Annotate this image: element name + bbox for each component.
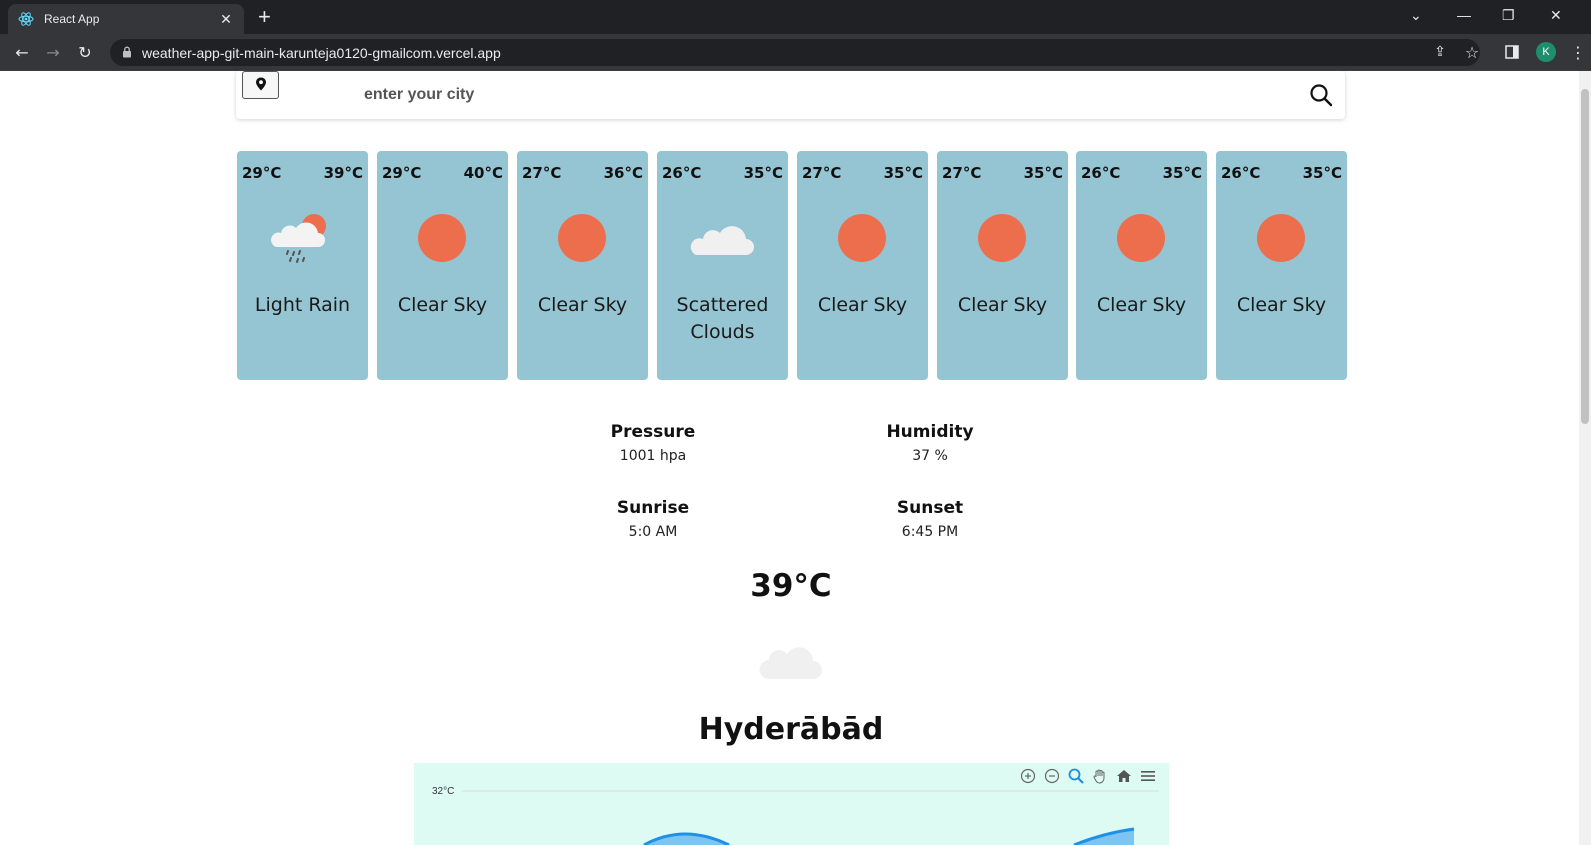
selection-zoom-icon[interactable] (1067, 767, 1085, 785)
weather-description: Clear Sky (817, 294, 908, 316)
forecast-card: 29°C 40°C Clear Sky (377, 151, 508, 380)
y-tick-label: 32°C (432, 786, 454, 797)
url-text: weather-app-git-main-karunteja0120-gmail… (142, 44, 501, 61)
close-window-icon[interactable]: ✕ (1550, 5, 1562, 25)
profile-avatar[interactable]: K (1536, 42, 1556, 62)
page-viewport: 29°C 39°C Light Rain 29°C 40°C Clear Sky 27°C 3… (0, 71, 1591, 845)
sunset-label: Sunset (896, 498, 964, 518)
min-temp: 27°C (942, 164, 982, 182)
max-temp: 35°C (1023, 164, 1063, 182)
forecast-card: 26°C 35°C Clear Sky (1076, 151, 1207, 380)
max-temp: 35°C (883, 164, 923, 182)
search-icon[interactable] (1309, 83, 1333, 107)
forecast-card: 27°C 36°C Clear Sky (517, 151, 648, 380)
sun-icon (410, 209, 474, 267)
sun-icon (1109, 209, 1173, 267)
forecast-cards: 29°C 39°C Light Rain 29°C 40°C Clear Sky 27°C 3… (237, 151, 1347, 380)
pressure-label: Pressure (610, 422, 696, 442)
sun-icon (970, 209, 1034, 267)
current-temperature: 39°C (750, 568, 832, 604)
reset-home-icon[interactable] (1115, 767, 1133, 785)
city-name: Hyderābād (698, 712, 884, 747)
reload-icon[interactable]: ↻ (75, 42, 95, 62)
react-icon (18, 11, 34, 27)
back-icon[interactable]: ← (12, 42, 32, 62)
min-temp: 29°C (382, 164, 422, 182)
close-tab-icon[interactable]: ✕ (218, 11, 234, 28)
zoom-out-icon[interactable] (1043, 767, 1061, 785)
new-tab-icon[interactable]: + (258, 5, 271, 29)
bookmark-star-icon[interactable]: ☆ (1462, 42, 1482, 62)
weather-description: Light Rain (254, 294, 351, 316)
sun-icon (830, 209, 894, 267)
forward-icon[interactable]: → (43, 42, 63, 62)
tab-search-icon[interactable]: ⌄ (1410, 5, 1422, 25)
max-temp: 40°C (463, 164, 503, 182)
pan-hand-icon[interactable] (1091, 767, 1109, 785)
min-temp: 27°C (522, 164, 562, 182)
forecast-card: 26°C 35°C Clear Sky (1216, 151, 1347, 380)
sun-icon (550, 209, 614, 267)
city-search-input[interactable] (364, 83, 1264, 107)
min-temp: 29°C (242, 164, 282, 182)
forecast-card: 29°C 39°C Light Rain (237, 151, 368, 380)
max-temp: 39°C (323, 164, 363, 182)
min-temp: 26°C (1081, 164, 1121, 182)
weather-description: Clear Sky (397, 294, 488, 316)
sunset-value: 6:45 PM (901, 524, 959, 540)
menu-icon[interactable]: ⋮ (1568, 42, 1588, 62)
page-scrollbar[interactable] (1579, 71, 1591, 845)
max-temp: 35°C (743, 164, 783, 182)
min-temp: 26°C (1221, 164, 1261, 182)
chart-menu-icon[interactable] (1139, 767, 1157, 785)
cloud-icon (690, 209, 754, 267)
browser-toolbar: ← → ↻ weather-app-git-main-karunteja0120… (0, 34, 1591, 71)
location-button[interactable] (242, 71, 279, 99)
scrollbar-thumb[interactable] (1581, 89, 1589, 424)
address-bar[interactable]: weather-app-git-main-karunteja0120-gmail… (110, 39, 1480, 66)
sunrise-value: 5:0 AM (628, 524, 678, 540)
min-temp: 26°C (662, 164, 702, 182)
minimize-icon[interactable]: — (1457, 5, 1471, 25)
pressure-value: 1001 hpa (619, 448, 687, 464)
forecast-card: 26°C 35°C Scattered Clouds (657, 151, 788, 380)
sun-icon (1249, 209, 1313, 267)
sunrise-label: Sunrise (616, 498, 690, 518)
search-bar (236, 71, 1345, 119)
share-icon[interactable]: ⇪ (1430, 42, 1450, 62)
lock-icon (122, 43, 132, 62)
zoom-in-icon[interactable] (1019, 767, 1037, 785)
cloud-icon (759, 639, 823, 681)
forecast-card: 27°C 35°C Clear Sky (797, 151, 928, 380)
temperature-chart: 32°C (414, 763, 1169, 845)
tab-title: React App (44, 12, 100, 26)
weather-description: Clear Sky (957, 294, 1048, 316)
restore-icon[interactable]: ❐ (1502, 5, 1515, 25)
chart-toolbar (1019, 767, 1157, 785)
max-temp: 35°C (1302, 164, 1342, 182)
max-temp: 36°C (603, 164, 643, 182)
weather-description: Clear Sky (1236, 294, 1327, 316)
humidity-label: Humidity (886, 422, 974, 442)
humidity-value: 37 % (912, 448, 948, 464)
max-temp: 35°C (1162, 164, 1202, 182)
browser-tab[interactable]: React App ✕ (8, 4, 244, 34)
min-temp: 27°C (802, 164, 842, 182)
weather-description: Clear Sky (537, 294, 628, 316)
rain-cloud-sun-icon (270, 209, 334, 267)
side-panel-icon[interactable] (1502, 42, 1522, 62)
weather-description: Clear Sky (1096, 294, 1187, 316)
forecast-card: 27°C 35°C Clear Sky (937, 151, 1068, 380)
location-pin-icon (255, 76, 267, 95)
browser-tab-bar: React App ✕ + ⌄ — ❐ ✕ (0, 0, 1591, 34)
weather-description: Scattered Clouds (676, 294, 769, 343)
